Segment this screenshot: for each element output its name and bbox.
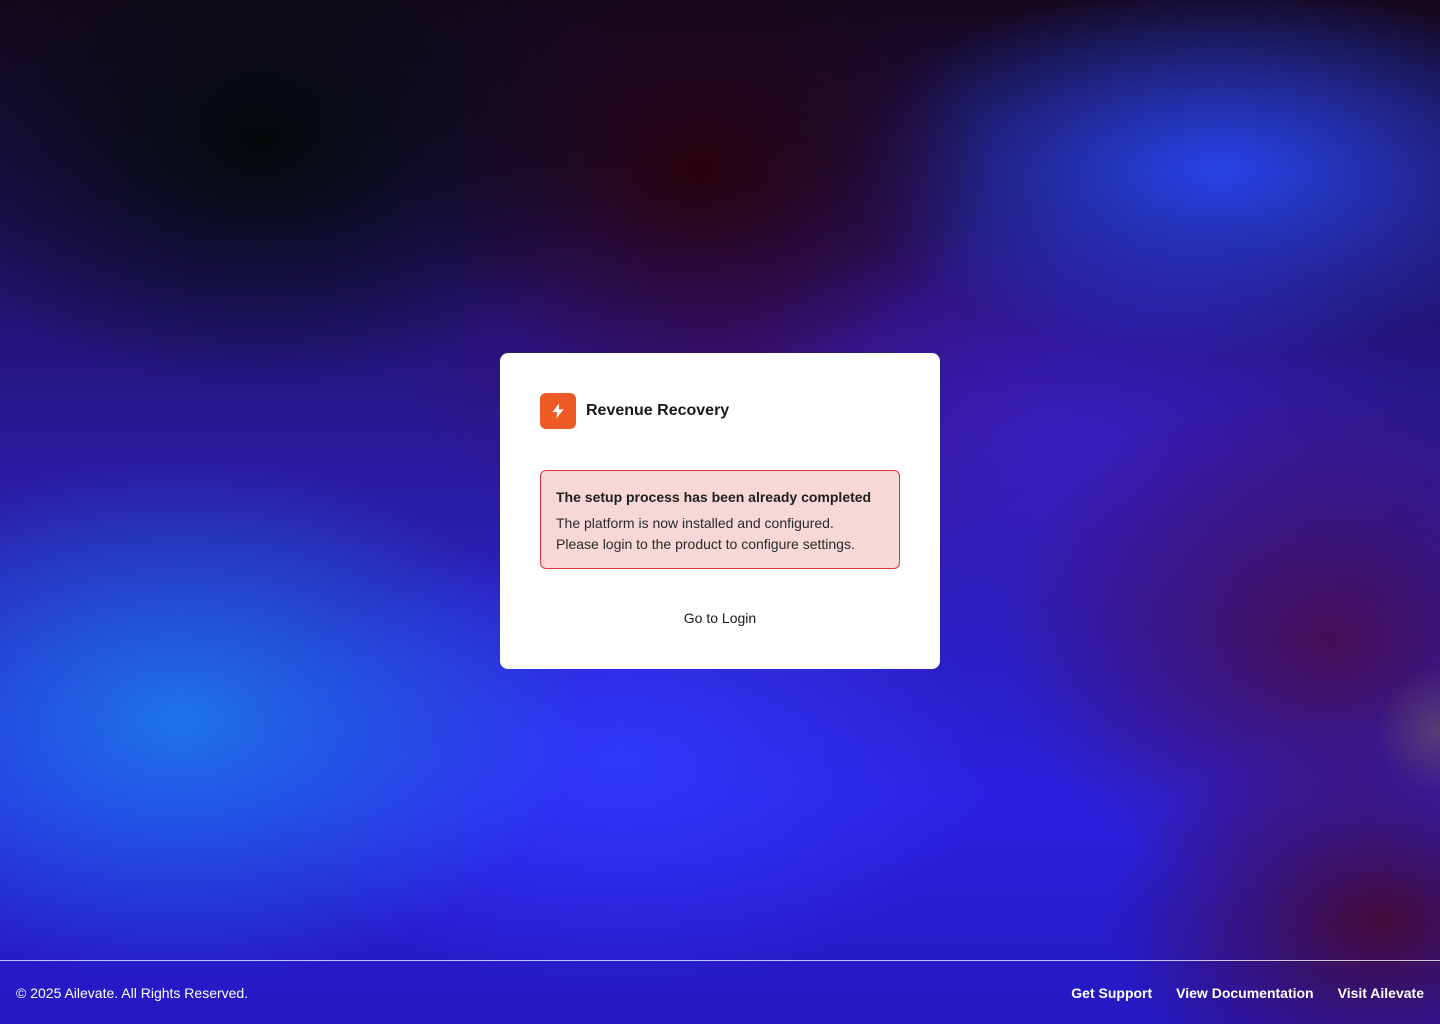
alert-message-line-2: Please login to the product to configure… bbox=[556, 536, 855, 552]
view-documentation-link[interactable]: View Documentation bbox=[1176, 985, 1313, 1001]
background-glow bbox=[1380, 660, 1440, 800]
alert-message: The platform is now installed and config… bbox=[556, 513, 884, 555]
footer-links: Get Support View Documentation Visit Ail… bbox=[1071, 985, 1424, 1001]
app-name: Revenue Recovery bbox=[586, 402, 730, 419]
setup-complete-card: Revenue Recovery The setup process has b… bbox=[500, 353, 940, 669]
setup-completed-alert: The setup process has been already compl… bbox=[540, 470, 900, 569]
visit-ailevate-link[interactable]: Visit Ailevate bbox=[1338, 985, 1424, 1001]
go-to-login-link[interactable]: Go to Login bbox=[540, 610, 900, 626]
lightning-bolt-icon bbox=[540, 393, 576, 429]
brand-header: Revenue Recovery bbox=[540, 393, 900, 429]
alert-message-line-1: The platform is now installed and config… bbox=[556, 515, 834, 531]
page-footer: © 2025 Ailevate. All Rights Reserved. Ge… bbox=[0, 960, 1440, 1024]
get-support-link[interactable]: Get Support bbox=[1071, 985, 1152, 1001]
copyright-text: © 2025 Ailevate. All Rights Reserved. bbox=[16, 984, 249, 1001]
alert-title: The setup process has been already compl… bbox=[556, 489, 872, 505]
